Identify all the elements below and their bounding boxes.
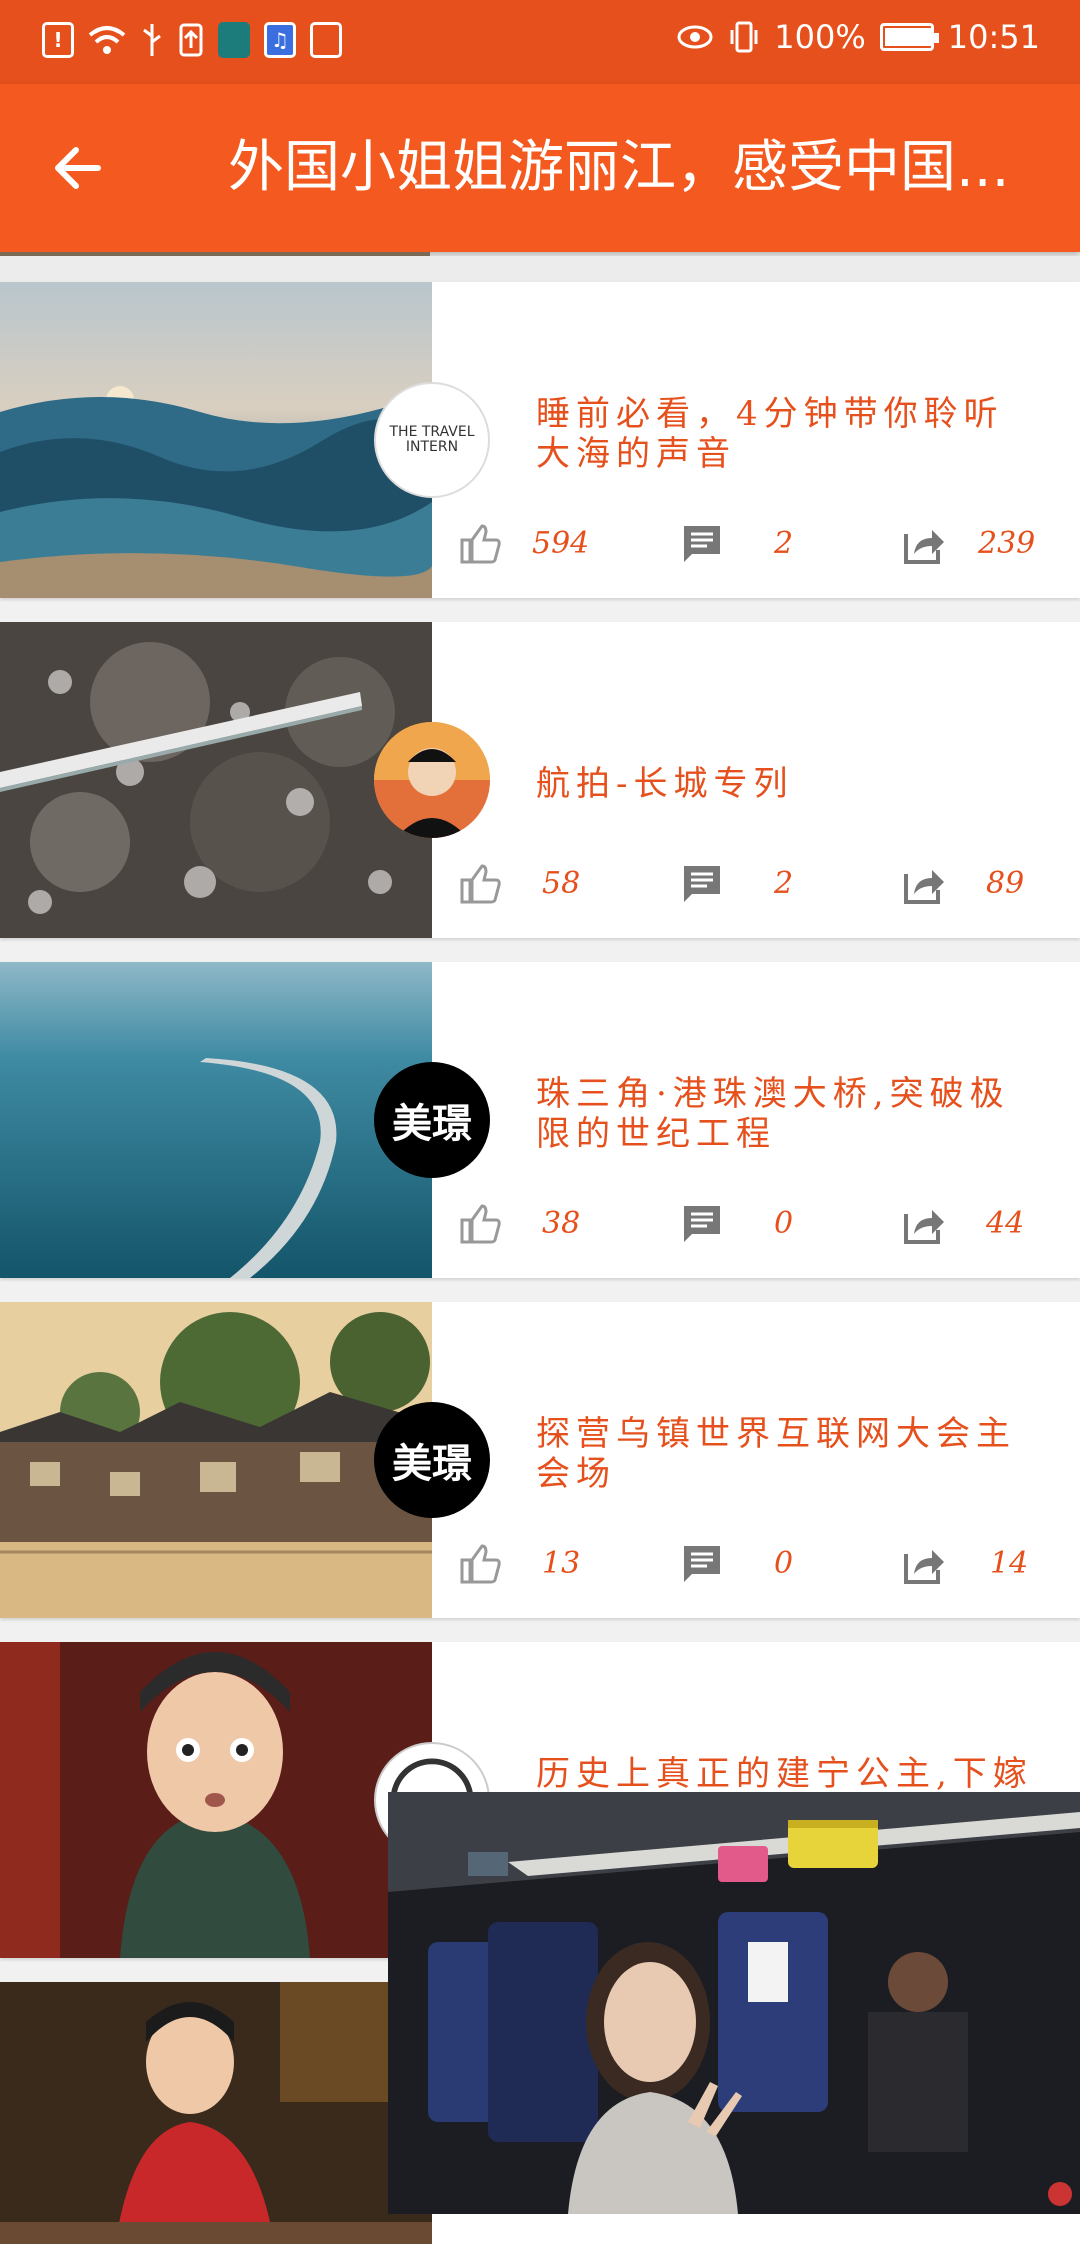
video-card[interactable]: 美璟 探营乌镇世界互联网大会主会场 13 0 14: [0, 1302, 1080, 1618]
stats-row: 13 0 14: [456, 1540, 1056, 1590]
clock: 10:51: [947, 18, 1040, 56]
back-button[interactable]: [40, 130, 116, 206]
video-title[interactable]: 睡前必看，4分钟带你聆听大海的声音: [536, 394, 1036, 474]
comment-icon[interactable]: [678, 520, 726, 568]
like-count: 38: [542, 1206, 581, 1241]
thumb-up-icon[interactable]: [456, 860, 504, 908]
share-count: 239: [978, 526, 1036, 561]
usb-icon: [143, 24, 161, 56]
share-icon[interactable]: [900, 1540, 948, 1588]
battery-icon: [879, 23, 939, 51]
status-bar: ! ♫ 100% 10:51: [0, 0, 1080, 84]
stats-row: [456, 2220, 1056, 2244]
app-bar: 外国小姐姐游丽江，感受中国...: [0, 84, 1080, 252]
share-icon[interactable]: [900, 860, 948, 908]
stats-row: 58 2 89: [456, 860, 1056, 910]
huawei-app-icon: [310, 22, 342, 58]
share-icon[interactable]: [900, 1200, 948, 1248]
video-card[interactable]: 航拍-长城专列 58 2 89: [0, 622, 1080, 938]
comment-icon[interactable]: [678, 1540, 726, 1588]
battery-percent: 100%: [774, 18, 866, 56]
share-count: 14: [990, 1546, 1029, 1581]
video-thumbnail[interactable]: [0, 622, 432, 938]
share-count: 89: [986, 866, 1025, 901]
video-title[interactable]: 探营乌镇世界互联网大会主会场: [536, 1414, 1036, 1494]
comment-count: 0: [774, 1546, 794, 1581]
video-thumbnail[interactable]: [0, 1982, 432, 2244]
divider: [0, 256, 1080, 282]
channel-avatar[interactable]: [374, 722, 490, 838]
notification-icons: ! ♫: [42, 22, 342, 58]
stats-row: 594 2 239: [456, 520, 1056, 570]
video-title[interactable]: 历史上真正的建宁公主,下嫁: [536, 1754, 1036, 1794]
page-title: 外国小姐姐游丽江，感受中国...: [228, 135, 1010, 200]
thumb-up-icon[interactable]: [456, 1200, 504, 1248]
avatar-label: 美璟: [392, 1101, 472, 1147]
thumb-up-icon[interactable]: [456, 1540, 504, 1588]
video-title[interactable]: 珠三角·港珠澳大桥,突破极限的世纪工程: [536, 1074, 1036, 1154]
video-thumbnail[interactable]: [0, 282, 432, 598]
system-status: 100% 10:51: [676, 18, 1040, 56]
music-app-icon: ♫: [264, 22, 296, 58]
comment-icon[interactable]: [678, 860, 726, 908]
like-count: 13: [542, 1546, 581, 1581]
video-card[interactable]: THE TRAVEL INTERN 睡前必看，4分钟带你聆听大海的声音 594 …: [0, 282, 1080, 598]
upload-icon: [179, 23, 203, 57]
alert-icon: !: [42, 22, 74, 58]
vibrate-icon: [730, 21, 758, 53]
like-count: 58: [542, 866, 581, 901]
android-app-icon: [218, 22, 250, 58]
avatar-label: THE TRAVEL INTERN: [389, 424, 475, 455]
channel-avatar[interactable]: 美璟: [374, 1062, 490, 1178]
wifi-icon: [88, 26, 126, 54]
eye-icon: [677, 25, 713, 49]
like-count: 594: [532, 526, 590, 561]
video-title[interactable]: 航拍-长城专列: [536, 764, 1036, 804]
share-count: 44: [986, 1206, 1025, 1241]
share-icon[interactable]: [900, 520, 948, 568]
floating-video-player[interactable]: [388, 1792, 1080, 2214]
comment-count: 2: [774, 866, 794, 901]
channel-avatar[interactable]: THE TRAVEL INTERN: [374, 382, 490, 498]
video-thumbnail[interactable]: [0, 962, 432, 1278]
comment-count: 2: [774, 526, 794, 561]
comment-icon[interactable]: [678, 1200, 726, 1248]
video-thumbnail[interactable]: [0, 1642, 432, 1958]
video-card[interactable]: 美璟 珠三角·港珠澳大桥,突破极限的世纪工程 38 0 44: [0, 962, 1080, 1278]
video-frame: [388, 1792, 1080, 2214]
thumb-up-icon[interactable]: [456, 520, 504, 568]
comment-count: 0: [774, 1206, 794, 1241]
stats-row: 38 0 44: [456, 1200, 1056, 1250]
channel-avatar[interactable]: 美璟: [374, 1402, 490, 1518]
avatar-label: 美璟: [392, 1441, 472, 1487]
video-thumbnail[interactable]: [0, 1302, 432, 1618]
arrow-left-icon: [55, 147, 101, 189]
